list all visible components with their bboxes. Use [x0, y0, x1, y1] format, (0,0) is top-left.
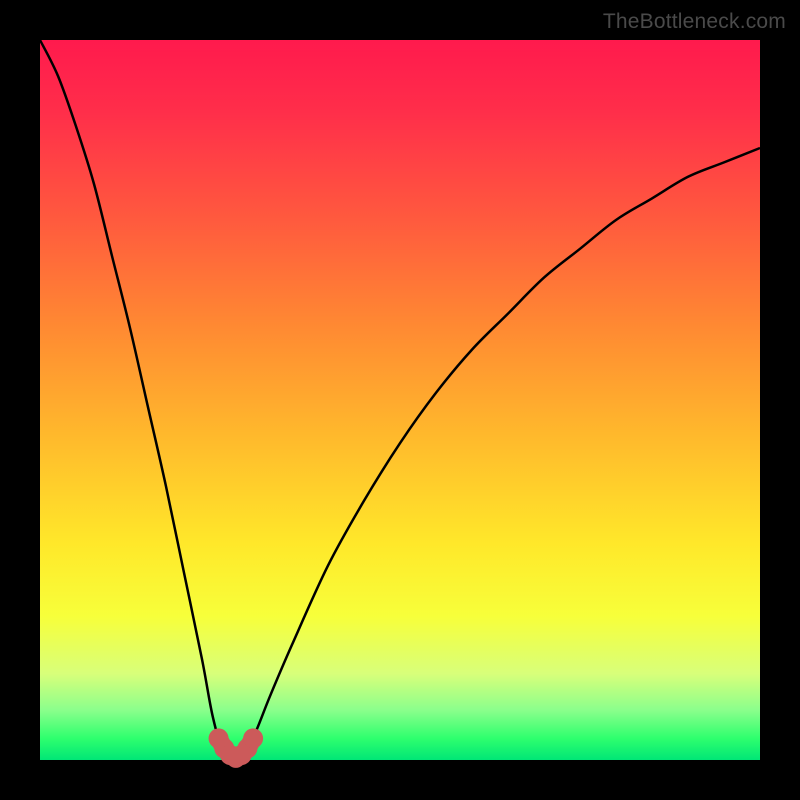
optimum-marker-dot — [243, 728, 263, 748]
optimum-markers — [209, 728, 264, 767]
credit-text: TheBottleneck.com — [603, 10, 786, 34]
bottleneck-curve — [40, 40, 760, 760]
plot-area — [40, 40, 760, 760]
line-chart — [40, 40, 760, 760]
chart-frame: TheBottleneck.com — [0, 0, 800, 800]
